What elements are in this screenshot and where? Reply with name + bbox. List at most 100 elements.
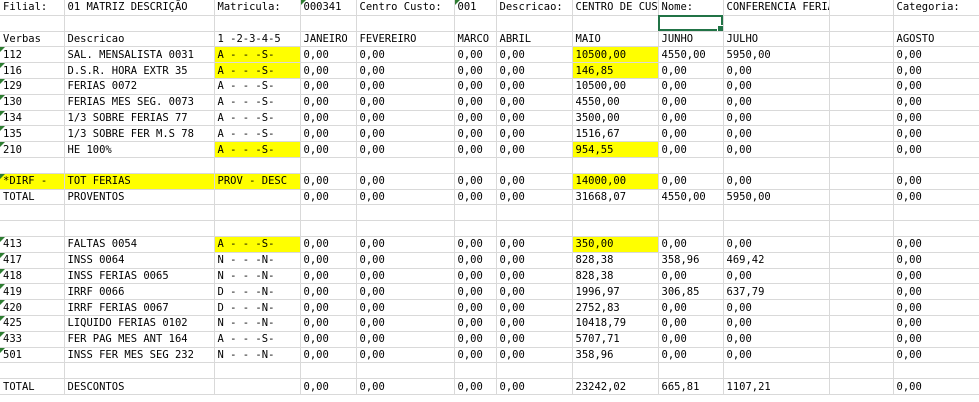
sheet-cell[interactable]	[829, 62, 894, 79]
sheet-cell[interactable]	[454, 220, 497, 237]
sheet-cell[interactable]	[0, 204, 65, 222]
sheet-cell[interactable]: 0,00	[454, 331, 497, 348]
sheet-cell[interactable]	[300, 15, 357, 32]
sheet-cell[interactable]: A - - -S-	[214, 236, 301, 253]
sheet-cell[interactable]: 0,00	[300, 94, 357, 111]
sheet-cell[interactable]: 0,00	[356, 299, 455, 316]
sheet-cell[interactable]: 0,00	[356, 125, 455, 143]
sheet-cell[interactable]: MAIO	[572, 31, 659, 48]
sheet-cell[interactable]: A - - -S-	[214, 78, 301, 95]
sheet-cell[interactable]: IRRF 0066	[64, 283, 215, 301]
sheet-cell[interactable]: 116	[0, 62, 65, 79]
sheet-cell[interactable]: 0,00	[300, 252, 357, 269]
sheet-cell[interactable]: 0,00	[658, 62, 724, 79]
sheet-cell[interactable]: D.S.R. HORA EXTR 35	[64, 62, 215, 79]
sheet-cell[interactable]: 0,00	[454, 141, 497, 158]
sheet-cell[interactable]: INSS FER MES SEG 232	[64, 347, 215, 364]
sheet-cell[interactable]	[0, 157, 65, 174]
sheet-cell[interactable]: 0,00	[300, 125, 357, 143]
sheet-cell[interactable]: 01 MATRIZ DESCRIÇÃO	[64, 0, 215, 16]
sheet-cell[interactable]: N - - -N-	[214, 252, 301, 269]
sheet-cell[interactable]: 0,00	[300, 46, 357, 64]
sheet-cell[interactable]	[829, 331, 894, 348]
sheet-cell[interactable]: 0,00	[454, 283, 497, 301]
sheet-cell[interactable]: HE 100%	[64, 141, 215, 158]
sheet-cell[interactable]	[496, 362, 573, 380]
sheet-cell[interactable]: 0,00	[300, 236, 357, 253]
sheet-cell[interactable]	[64, 204, 215, 222]
sheet-cell[interactable]: 0,00	[454, 315, 497, 332]
sheet-cell[interactable]: 0,00	[496, 94, 573, 111]
sheet-cell[interactable]: 0,00	[658, 110, 724, 127]
sheet-cell[interactable]: 0,00	[454, 299, 497, 316]
sheet-cell[interactable]: Filial:	[0, 0, 65, 16]
sheet-cell[interactable]	[723, 157, 830, 174]
sheet-cell[interactable]: 0,00	[496, 236, 573, 253]
sheet-cell[interactable]: 0,00	[496, 299, 573, 316]
sheet-cell[interactable]: 0,00	[893, 173, 979, 190]
sheet-cell[interactable]: N - - -N-	[214, 268, 301, 285]
sheet-cell[interactable]	[829, 94, 894, 111]
sheet-cell[interactable]: 0,00	[454, 268, 497, 285]
sheet-cell[interactable]: 0,00	[496, 347, 573, 364]
sheet-cell[interactable]: 0,00	[893, 252, 979, 269]
sheet-cell[interactable]: 0,00	[893, 236, 979, 253]
sheet-cell[interactable]: CONFERENCIA FERIAS DIRF	[723, 0, 830, 16]
sheet-cell[interactable]	[829, 157, 894, 174]
sheet-cell[interactable]	[893, 157, 979, 174]
sheet-cell[interactable]: Descricao:	[496, 0, 573, 16]
sheet-cell[interactable]: 0,00	[893, 378, 979, 395]
sheet-cell[interactable]: 0,00	[723, 331, 830, 348]
sheet-cell[interactable]: 0,00	[300, 173, 357, 190]
sheet-cell[interactable]	[64, 362, 215, 380]
sheet-cell[interactable]: PROVENTOS	[64, 189, 215, 206]
sheet-cell[interactable]: 0,00	[356, 252, 455, 269]
sheet-cell[interactable]	[658, 220, 724, 237]
sheet-cell[interactable]: 0,00	[300, 331, 357, 348]
sheet-cell[interactable]: 0,00	[658, 94, 724, 111]
sheet-cell[interactable]: 358,96	[572, 347, 659, 364]
sheet-cell[interactable]	[829, 236, 894, 253]
sheet-cell[interactable]: 0,00	[658, 173, 724, 190]
sheet-cell[interactable]: 0,00	[723, 347, 830, 364]
sheet-cell[interactable]: FER PAG MES ANT 164	[64, 331, 215, 348]
sheet-cell[interactable]: ABRIL	[496, 31, 573, 48]
sheet-cell[interactable]: 0,00	[454, 125, 497, 143]
sheet-cell[interactable]: FALTAS 0054	[64, 236, 215, 253]
sheet-cell[interactable]	[64, 220, 215, 237]
sheet-cell[interactable]: 425	[0, 315, 65, 332]
sheet-cell[interactable]: 0,00	[496, 173, 573, 190]
sheet-cell[interactable]	[572, 362, 659, 380]
sheet-cell[interactable]: 419	[0, 283, 65, 301]
sheet-cell[interactable]: 0,00	[300, 110, 357, 127]
sheet-cell[interactable]: 1/3 SOBRE FERIAS 77	[64, 110, 215, 127]
sheet-cell[interactable]	[723, 220, 830, 237]
sheet-cell[interactable]: 0,00	[300, 62, 357, 79]
sheet-cell[interactable]	[658, 204, 724, 222]
sheet-cell[interactable]: 0,00	[496, 125, 573, 143]
sheet-cell[interactable]: 0,00	[356, 331, 455, 348]
sheet-cell[interactable]: TOTAL	[0, 189, 65, 206]
sheet-cell[interactable]: 828,38	[572, 268, 659, 285]
sheet-cell[interactable]: 135	[0, 125, 65, 143]
sheet-cell[interactable]	[829, 220, 894, 237]
sheet-cell[interactable]: 0,00	[356, 46, 455, 64]
sheet-cell[interactable]: 0,00	[356, 141, 455, 158]
sheet-cell[interactable]: 0,00	[893, 94, 979, 111]
sheet-cell[interactable]: 0,00	[893, 141, 979, 158]
sheet-cell[interactable]: D - - -N-	[214, 283, 301, 301]
sheet-cell[interactable]: 0,00	[496, 315, 573, 332]
sheet-cell[interactable]: 0,00	[658, 141, 724, 158]
sheet-cell[interactable]: 0,00	[723, 141, 830, 158]
sheet-cell[interactable]	[454, 204, 497, 222]
sheet-cell[interactable]: DESCONTOS	[64, 378, 215, 395]
sheet-cell[interactable]: 665,81	[658, 378, 724, 395]
sheet-cell[interactable]: 5950,00	[723, 46, 830, 64]
sheet-cell[interactable]: TOTAL	[0, 378, 65, 395]
sheet-cell[interactable]: LIQUIDO FERIAS 0102	[64, 315, 215, 332]
sheet-cell[interactable]	[829, 204, 894, 222]
sheet-cell[interactable]	[214, 189, 301, 206]
sheet-cell[interactable]: 0,00	[300, 315, 357, 332]
sheet-cell[interactable]	[829, 46, 894, 64]
sheet-cell[interactable]: 0,00	[658, 299, 724, 316]
